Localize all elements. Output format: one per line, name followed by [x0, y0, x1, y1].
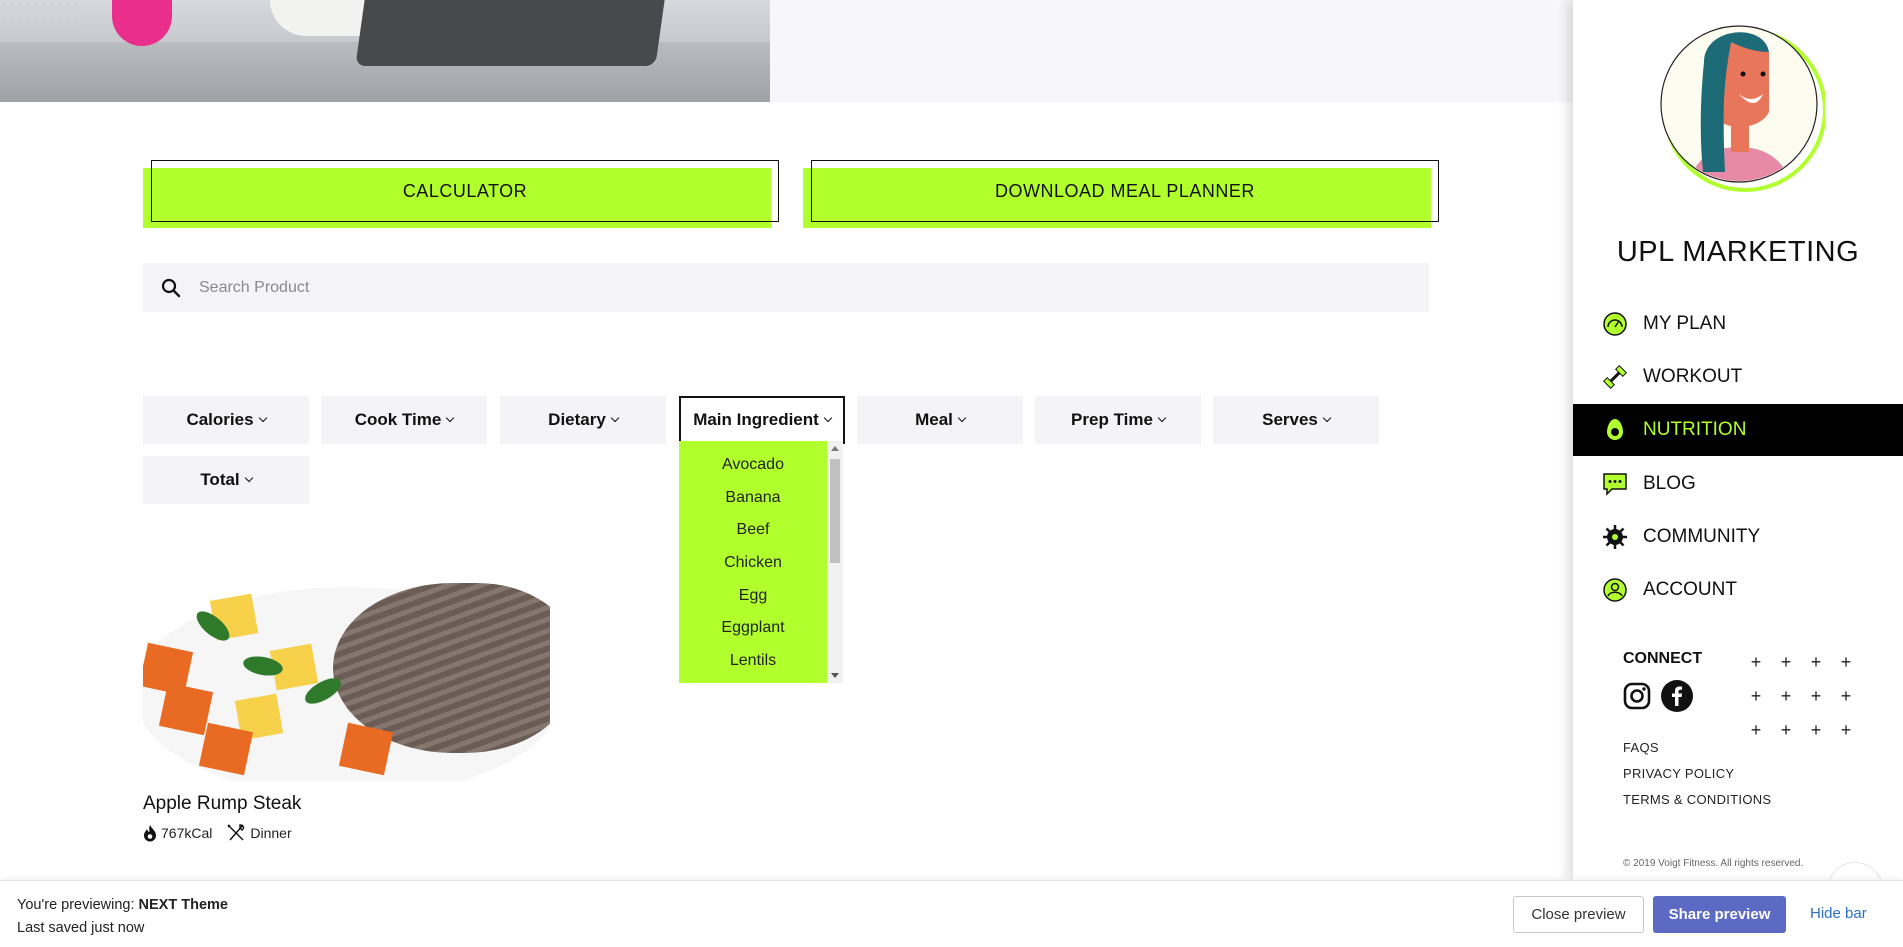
- avatar[interactable]: [1659, 22, 1825, 194]
- nav-label: WORKOUT: [1643, 366, 1743, 387]
- hero-image: [0, 0, 770, 102]
- preview-prefix: You're previewing:: [17, 897, 139, 913]
- filter-dietary[interactable]: Dietary: [500, 396, 666, 444]
- dumbbell-icon: [1601, 363, 1629, 391]
- filter-label: Total: [200, 470, 240, 489]
- chevron-down-icon: [258, 413, 267, 422]
- theme-name: NEXT Theme: [138, 897, 228, 913]
- calculator-button-label[interactable]: CALCULATOR: [151, 160, 779, 222]
- last-saved: Last saved just now: [17, 920, 145, 936]
- share-preview-button[interactable]: Share preview: [1653, 896, 1786, 933]
- filter-label: Main Ingredient: [693, 410, 819, 429]
- scroll-up-icon[interactable]: [831, 446, 839, 451]
- calculator-button[interactable]: CALCULATOR: [143, 160, 779, 228]
- option-lentils[interactable]: Lentils: [679, 645, 827, 678]
- facebook-icon[interactable]: [1661, 680, 1693, 712]
- option-egg[interactable]: Egg: [679, 579, 827, 612]
- option-avocado[interactable]: Avocado: [679, 449, 827, 482]
- sidebar: UPL MARKETING MY PLAN WORKOUT NUTRITION …: [1573, 0, 1903, 918]
- footer-links: FAQS PRIVACY POLICY TERMS & CONDITIONS: [1623, 740, 1771, 818]
- nav-community[interactable]: COMMUNITY: [1573, 511, 1903, 563]
- recipe-meal: Dinner: [250, 825, 292, 841]
- nav-nutrition[interactable]: NUTRITION: [1573, 404, 1903, 456]
- search-icon[interactable]: [143, 278, 199, 298]
- recipe-image[interactable]: [143, 577, 550, 781]
- scroll-thumb[interactable]: [830, 459, 840, 563]
- recipe-title[interactable]: Apple Rump Steak: [143, 793, 301, 815]
- filter-label: Cook Time: [354, 410, 442, 429]
- nav-workout[interactable]: WORKOUT: [1573, 351, 1903, 403]
- avocado-icon: [1601, 416, 1629, 444]
- nav-label: MY PLAN: [1643, 313, 1727, 334]
- chevron-down-icon: [1322, 413, 1332, 422]
- chevron-down-icon: [610, 413, 620, 422]
- filter-main-ingredient[interactable]: Main Ingredient: [679, 396, 845, 444]
- nav-blog[interactable]: BLOG: [1573, 458, 1903, 510]
- option-banana[interactable]: Banana: [679, 482, 827, 515]
- filter-label: Meal: [915, 410, 953, 429]
- chevron-down-icon: [957, 413, 967, 422]
- dropdown-scrollbar[interactable]: [827, 441, 843, 683]
- filter-cook-time[interactable]: Cook Time: [321, 396, 487, 444]
- hide-bar-link[interactable]: Hide bar: [1810, 905, 1867, 922]
- nav-account[interactable]: ACCOUNT: [1573, 564, 1903, 616]
- preview-bar: You're previewing: NEXT Theme Last saved…: [0, 880, 1903, 947]
- chevron-down-icon: [1157, 413, 1167, 422]
- filter-total[interactable]: Total: [143, 456, 309, 504]
- social-links: [1621, 680, 1701, 712]
- nav-label: NUTRITION: [1643, 419, 1747, 440]
- privacy-policy-link[interactable]: PRIVACY POLICY: [1623, 766, 1771, 781]
- faqs-link[interactable]: FAQS: [1623, 740, 1771, 755]
- filter-prep-time[interactable]: Prep Time: [1035, 396, 1201, 444]
- search-input[interactable]: [199, 278, 1299, 297]
- preview-info: You're previewing: NEXT Theme Last saved…: [17, 894, 228, 940]
- chevron-down-icon: [244, 473, 253, 482]
- filter-label: Serves: [1262, 410, 1318, 429]
- nav-label: BLOG: [1643, 473, 1696, 494]
- search-bar: [143, 263, 1429, 312]
- filter-meal[interactable]: Meal: [857, 396, 1023, 444]
- flame-icon: [144, 825, 156, 842]
- scroll-down-icon[interactable]: [831, 673, 839, 678]
- option-beef[interactable]: Beef: [679, 514, 827, 547]
- decorative-plus-grid: + + + + + + + + + + + +: [1750, 652, 1852, 740]
- chevron-down-icon: [823, 413, 833, 422]
- hero-background: [770, 0, 1573, 102]
- terms-link[interactable]: TERMS & CONDITIONS: [1623, 792, 1771, 807]
- gauge-icon: [1601, 310, 1629, 338]
- option-chicken[interactable]: Chicken: [679, 547, 827, 580]
- option-eggplant[interactable]: Eggplant: [679, 612, 827, 645]
- close-preview-button[interactable]: Close preview: [1513, 896, 1644, 933]
- filter-calories[interactable]: Calories: [143, 396, 309, 444]
- filter-label: Calories: [186, 410, 254, 429]
- chevron-down-icon: [446, 413, 455, 422]
- download-meal-planner-label[interactable]: DOWNLOAD MEAL PLANNER: [811, 160, 1439, 222]
- utensils-icon: [227, 824, 245, 841]
- dropdown-options: Avocado Banana Beef Chicken Egg Eggplant…: [679, 441, 827, 683]
- instagram-icon[interactable]: [1621, 680, 1653, 712]
- filter-label: Dietary: [548, 410, 606, 429]
- connect-heading: CONNECT: [1623, 650, 1703, 667]
- filter-label: Prep Time: [1071, 410, 1153, 429]
- nav-label: COMMUNITY: [1643, 526, 1761, 547]
- chat-icon: [1601, 470, 1629, 498]
- main-ingredient-dropdown: Avocado Banana Beef Chicken Egg Eggplant…: [679, 441, 843, 683]
- recipe-meta: 767kCal Dinner: [143, 824, 306, 842]
- nav-label: ACCOUNT: [1643, 579, 1737, 600]
- brand-name: UPL MARKETING: [1616, 236, 1860, 268]
- page: CALCULATOR DOWNLOAD MEAL PLANNER Calorie…: [0, 0, 1903, 947]
- download-meal-planner-button[interactable]: DOWNLOAD MEAL PLANNER: [803, 160, 1439, 228]
- nav-my-plan[interactable]: MY PLAN: [1573, 298, 1903, 350]
- copyright: © 2019 Voigt Fitness. All rights reserve…: [1623, 858, 1804, 869]
- filter-serves[interactable]: Serves: [1213, 396, 1379, 444]
- community-icon: [1601, 523, 1629, 551]
- user-icon: [1601, 576, 1629, 604]
- recipe-calories: 767kCal: [161, 825, 213, 841]
